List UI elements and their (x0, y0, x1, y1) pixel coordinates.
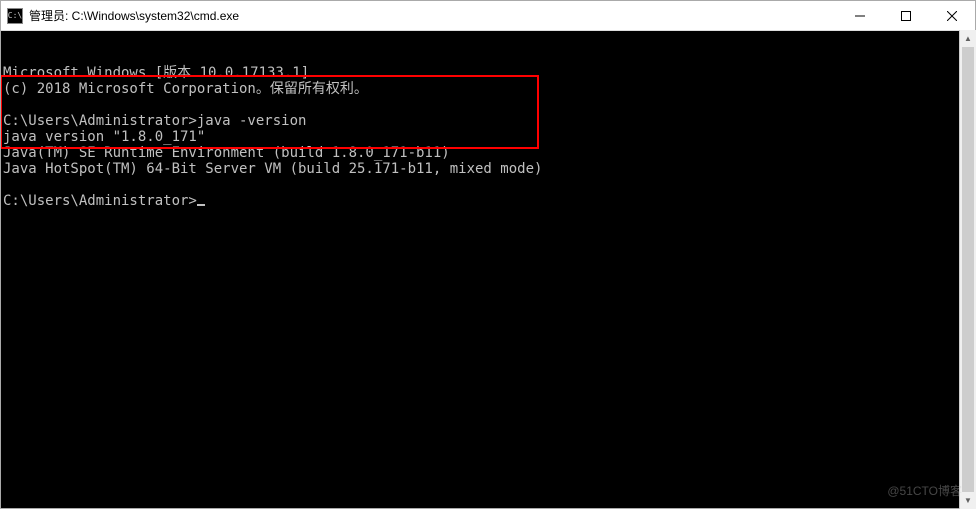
maximize-button[interactable] (883, 1, 929, 30)
scroll-up-arrow[interactable]: ▲ (960, 30, 976, 47)
window-title: 管理员: C:\Windows\system32\cmd.exe (29, 7, 239, 24)
terminal-area[interactable]: Microsoft Windows [版本 10.0.17133.1](c) 2… (1, 31, 975, 508)
terminal-line (3, 177, 973, 193)
cmd-window: C:\ 管理员: C:\Windows\system32\cmd.exe Mic… (0, 0, 976, 509)
terminal-line: (c) 2018 Microsoft Corporation。保留所有权利。 (3, 81, 973, 97)
terminal-line: Microsoft Windows [版本 10.0.17133.1] (3, 65, 973, 81)
terminal-line (3, 97, 973, 113)
terminal-line: C:\Users\Administrator>java -version (3, 113, 973, 129)
terminal-line: Java HotSpot(TM) 64-Bit Server VM (build… (3, 161, 973, 177)
titlebar[interactable]: C:\ 管理员: C:\Windows\system32\cmd.exe (1, 1, 975, 31)
scroll-thumb[interactable] (962, 47, 974, 492)
cmd-icon: C:\ (7, 8, 23, 24)
cursor (197, 204, 205, 206)
scroll-down-arrow[interactable]: ▼ (960, 492, 976, 509)
terminal-line: java version "1.8.0_171" (3, 129, 973, 145)
window-controls (837, 1, 975, 30)
scroll-track[interactable] (960, 47, 976, 492)
minimize-button[interactable] (837, 1, 883, 30)
vertical-scrollbar[interactable]: ▲ ▼ (959, 30, 976, 509)
close-button[interactable] (929, 1, 975, 30)
terminal-line: Java(TM) SE Runtime Environment (build 1… (3, 145, 973, 161)
terminal-line: C:\Users\Administrator> (3, 193, 973, 209)
